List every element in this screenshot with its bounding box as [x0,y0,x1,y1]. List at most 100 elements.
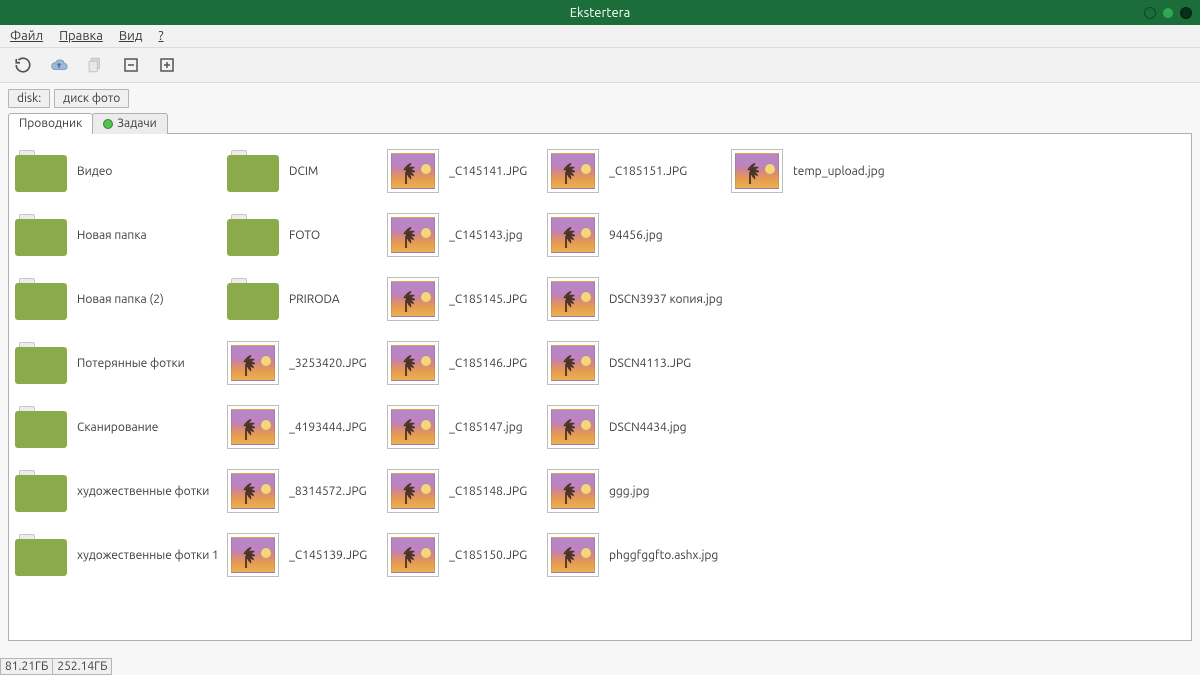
item-label: _C185147.jpg [449,421,523,434]
item-label: _C185145.JPG [449,293,527,306]
file-item[interactable]: _C145143.jpg [387,210,543,260]
title-bar: Ekstertera [0,0,1200,25]
folder-icon [227,278,279,320]
status-dot-icon [103,119,113,129]
image-icon [387,469,439,513]
folder-icon [15,214,67,256]
item-label: _C185148.JPG [449,485,527,498]
location-path[interactable]: диск фото [54,89,129,108]
file-item[interactable]: 94456.jpg [547,210,727,260]
file-item[interactable]: _C185151.JPG [547,146,727,196]
view-tabs: Проводник Задачи [0,113,1200,134]
refresh-button[interactable] [12,54,34,76]
file-pane[interactable]: Видео Новая папка Новая папка (2) Потерянны… [8,133,1192,641]
folder-item[interactable]: художественные фотки 1 [15,530,223,580]
item-label: _C145141.JPG [449,165,527,178]
image-icon [547,533,599,577]
item-label: PRIRODA [289,293,340,306]
folder-item[interactable]: DCIM [227,146,383,196]
item-label: _C185151.JPG [609,165,687,178]
item-label: _C145143.jpg [449,229,523,242]
item-label: художественные фотки 1 [77,549,219,562]
file-item[interactable]: temp_upload.jpg [731,146,911,196]
cloud-upload-icon [50,56,68,74]
menu-help[interactable]: ? [158,29,163,43]
location-root[interactable]: disk: [8,89,50,108]
image-icon [547,341,599,385]
menu-view[interactable]: Вид [119,29,143,43]
file-item[interactable]: _3253420.JPG [227,338,383,388]
file-item[interactable]: _C185145.JPG [387,274,543,324]
file-item[interactable]: DSCN4434.jpg [547,402,727,452]
folder-icon [15,534,67,576]
menu-bar: Файл Правка Вид ? [0,25,1200,48]
maximize-button[interactable] [1162,7,1174,19]
file-item[interactable]: _C185150.JPG [387,530,543,580]
window-title: Ekstertera [570,6,631,20]
square-plus-icon [158,56,176,74]
item-label: DSCN3937 копия.jpg [609,293,723,306]
folder-item[interactable]: Потерянные фотки [15,338,223,388]
file-item[interactable]: _C145141.JPG [387,146,543,196]
folder-icon [227,150,279,192]
item-label: _3253420.JPG [289,357,367,370]
folder-icon [15,406,67,448]
toolbar [0,48,1200,83]
folder-item[interactable]: Сканирование [15,402,223,452]
file-item[interactable]: DSCN4113.JPG [547,338,727,388]
folder-icon [227,214,279,256]
image-icon [227,341,279,385]
item-label: Сканирование [77,421,158,434]
image-icon [547,405,599,449]
file-item[interactable]: _C185146.JPG [387,338,543,388]
item-label: _C145139.JPG [289,549,367,562]
status-used: 81.21ГБ [0,658,53,675]
folder-item[interactable]: FOTO [227,210,383,260]
location-bar: disk: диск фото [0,83,1200,112]
tab-explorer-label: Проводник [19,117,82,130]
file-item[interactable]: _4193444.JPG [227,402,383,452]
copy-icon [86,56,104,74]
tab-explorer[interactable]: Проводник [8,113,93,134]
status-total: 252.14ГБ [52,658,112,675]
item-label: Новая папка (2) [77,293,164,306]
view-list-button[interactable] [120,54,142,76]
folder-item[interactable]: Видео [15,146,223,196]
folder-item[interactable]: Новая папка (2) [15,274,223,324]
item-label: _C185150.JPG [449,549,527,562]
close-button[interactable] [1180,7,1192,19]
minimize-button[interactable] [1144,7,1156,19]
square-minus-icon [122,56,140,74]
item-label: Потерянные фотки [77,357,185,370]
file-item[interactable]: _C145139.JPG [227,530,383,580]
file-item[interactable]: phggfggfto.ashx.jpg [547,530,727,580]
menu-edit[interactable]: Правка [59,29,103,43]
item-label: DSCN4434.jpg [609,421,687,434]
file-item[interactable]: _8314572.JPG [227,466,383,516]
image-icon [547,277,599,321]
tab-tasks[interactable]: Задачи [92,113,168,134]
image-icon [387,341,439,385]
item-label: DCIM [289,165,318,178]
file-item[interactable]: _C185148.JPG [387,466,543,516]
upload-button[interactable] [48,54,70,76]
item-label: _8314572.JPG [289,485,367,498]
image-icon [731,149,783,193]
image-icon [547,149,599,193]
copy-button[interactable] [84,54,106,76]
folder-icon [15,150,67,192]
image-icon [387,533,439,577]
item-label: _C185146.JPG [449,357,527,370]
folder-item[interactable]: PRIRODA [227,274,383,324]
image-icon [227,533,279,577]
file-item[interactable]: _C185147.jpg [387,402,543,452]
menu-file[interactable]: Файл [10,29,43,43]
item-label: ggg.jpg [609,485,650,498]
item-label: temp_upload.jpg [793,165,885,178]
folder-item[interactable]: Новая папка [15,210,223,260]
folder-item[interactable]: художественные фотки [15,466,223,516]
view-grid-button[interactable] [156,54,178,76]
item-label: DSCN4113.JPG [609,357,691,370]
file-item[interactable]: DSCN3937 копия.jpg [547,274,727,324]
file-item[interactable]: ggg.jpg [547,466,727,516]
